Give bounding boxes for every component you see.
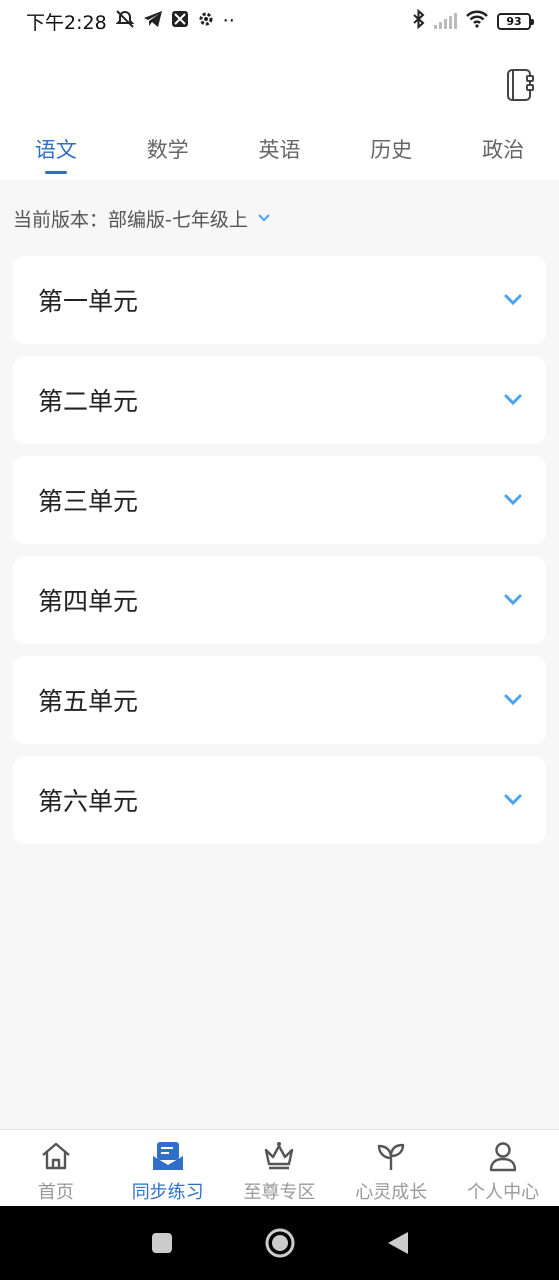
tab-chinese[interactable]: 语文 [0,130,112,176]
home-button-icon[interactable] [264,1227,296,1259]
chevron-down-icon [504,291,522,310]
version-selector[interactable]: 当前版本：部编版-七年级上 [13,200,270,236]
system-nav-bar [0,1206,559,1280]
unit-card-2[interactable]: 第二单元 [13,356,546,444]
nav-label: 同步练习 [131,1182,204,1203]
subject-tabs: 语文 数学 英语 历史 政治 [0,130,559,176]
unit-card-5[interactable]: 第五单元 [13,656,546,744]
tab-politics[interactable]: 政治 [447,130,559,176]
version-label: 当前版本：部编版-七年级上 [13,208,248,231]
nav-label: 个人中心 [467,1182,540,1203]
unit-label: 第三单元 [38,487,139,516]
unit-label: 第四单元 [38,587,139,616]
nav-home[interactable]: 首页 [0,1130,112,1206]
bluetooth-icon [412,8,426,34]
person-icon [486,1140,520,1176]
chevron-down-icon [504,791,522,810]
status-left: 下午2:28 ·· [26,8,235,35]
recents-icon[interactable] [150,1231,174,1255]
gear-icon [197,10,215,33]
battery-icon: 93 [497,12,534,30]
unit-card-4[interactable]: 第四单元 [13,556,546,644]
crown-icon [262,1140,296,1176]
tab-english[interactable]: 英语 [224,130,336,176]
wifi-icon [465,10,489,33]
app-icon [171,10,189,33]
nav-premium[interactable]: 至尊专区 [224,1130,336,1206]
unit-label: 第五单元 [38,687,139,716]
more-dots: ·· [222,10,235,32]
nav-label: 首页 [37,1182,74,1203]
mute-bell-icon [115,9,135,34]
unit-card-6[interactable]: 第六单元 [13,756,546,844]
unit-list: 第一单元 第二单元 第三单元 第四单元 第五单元 第六单元 [13,256,546,844]
battery-level: 93 [506,14,522,28]
back-icon[interactable] [386,1230,410,1256]
tab-history[interactable]: 历史 [335,130,447,176]
chevron-down-icon [504,491,522,510]
telegram-icon [143,10,163,33]
unit-label: 第六单元 [38,787,139,816]
chevron-down-icon [504,391,522,410]
unit-card-3[interactable]: 第三单元 [13,456,546,544]
sprout-icon [374,1140,408,1176]
notebook-icon[interactable] [505,68,535,102]
nav-profile[interactable]: 个人中心 [447,1130,559,1206]
signal-icon [434,13,457,29]
tab-math[interactable]: 数学 [112,130,224,176]
chevron-down-icon [504,691,522,710]
unit-label: 第二单元 [38,387,139,416]
chevron-down-icon [504,591,522,610]
unit-label: 第一单元 [38,287,139,316]
status-right: 93 [412,8,534,34]
nav-practice[interactable]: 同步练习 [112,1130,224,1206]
bottom-nav: 首页 同步练习 至尊专区 心灵成长 个人中心 [0,1129,559,1206]
unit-card-1[interactable]: 第一单元 [13,256,546,344]
status-bar: 下午2:28 ·· 93 [0,0,559,42]
header: 语文 数学 英语 历史 政治 [0,42,559,180]
practice-icon [151,1140,185,1176]
chevron-down-icon [258,211,270,226]
home-icon [39,1140,73,1176]
status-time: 下午2:28 [26,11,107,34]
nav-label: 心灵成长 [355,1182,428,1203]
nav-label: 至尊专区 [243,1182,316,1203]
nav-growth[interactable]: 心灵成长 [335,1130,447,1206]
